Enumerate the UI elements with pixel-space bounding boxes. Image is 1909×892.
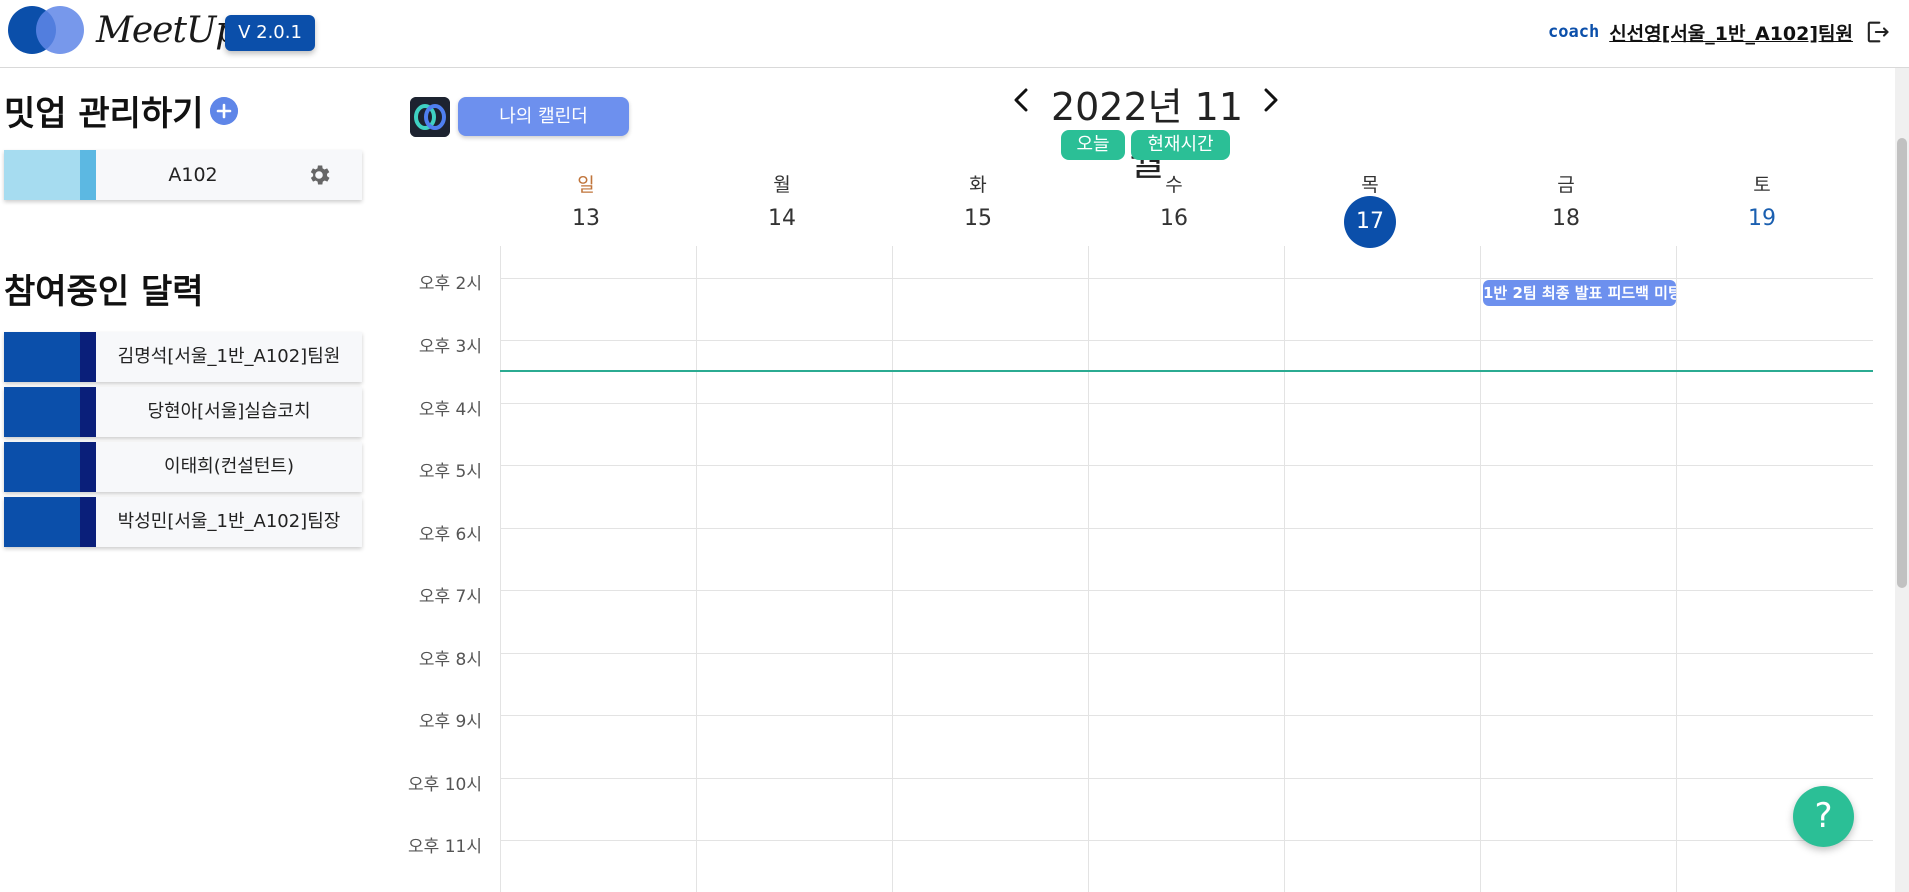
meetup-item-a102[interactable]: A102	[4, 150, 362, 200]
day-name-saturday: 토	[1753, 174, 1771, 196]
hour-gridline	[500, 278, 1873, 279]
meetup-manage-title: 밋업 관리하기	[4, 94, 204, 134]
hour-label: 오후 5시	[418, 462, 482, 482]
day-name-friday: 금	[1557, 174, 1575, 196]
logo-text[interactable]: MeetUp	[96, 10, 238, 51]
calendar-color-accent	[80, 442, 96, 492]
day-name-monday: 월	[773, 174, 791, 196]
add-meetup-icon[interactable]	[210, 97, 238, 125]
hour-label: 오후 9시	[418, 712, 482, 732]
hour-label: 오후 7시	[418, 587, 482, 607]
current-time-button[interactable]: 현재시간	[1131, 130, 1230, 160]
day-gridline	[696, 246, 697, 892]
day-date[interactable]: 16	[1076, 206, 1272, 231]
help-button[interactable]: ?	[1793, 786, 1854, 847]
meetup-item-label: A102	[168, 164, 218, 186]
calendar-item[interactable]: 이태희(컨설턴트)	[4, 442, 362, 492]
current-time-indicator	[500, 370, 1873, 372]
hour-gridline	[500, 590, 1873, 591]
my-calendar-button[interactable]: 나의 캘린더	[458, 97, 629, 136]
calendar-color-swatch	[4, 442, 80, 492]
hour-gridline	[500, 653, 1873, 654]
calendar-color-swatch	[4, 387, 80, 437]
hour-label: 오후 2시	[418, 274, 482, 294]
month-navigator: 2022년 11월	[1000, 74, 1300, 184]
hour-label: 오후 4시	[418, 400, 482, 420]
user-area: coach 신선영[서울_1반_A102]팀원	[1548, 16, 1891, 48]
logo-icon[interactable]	[8, 6, 84, 54]
today-button[interactable]: 오늘	[1061, 130, 1125, 160]
calendar-event[interactable]: 1반 2팀 최종 발표 피드백 미팅	[1483, 280, 1676, 306]
hour-label: 오후 3시	[418, 337, 482, 357]
hour-label: 오후 10시	[408, 775, 482, 795]
calendar-color-accent	[80, 497, 96, 547]
day-date[interactable]: 14	[684, 206, 880, 231]
calendar-item-label: 김명석[서울_1반_A102]팀원	[117, 346, 341, 367]
day-date-saturday[interactable]: 19	[1664, 206, 1860, 231]
day-name-thursday: 목	[1361, 174, 1379, 196]
day-name-sunday: 일	[577, 174, 595, 196]
day-name-tuesday: 화	[969, 174, 987, 196]
week-time-grid[interactable]	[500, 246, 1873, 892]
hour-gridline	[500, 465, 1873, 466]
hour-gridline	[500, 778, 1873, 779]
today-date-highlight[interactable]: 17	[1344, 196, 1396, 248]
meetup-color-accent	[80, 150, 96, 200]
calendar-item-label: 당현아[서울]실습코치	[147, 401, 311, 422]
app-header: MeetUp V 2.0.1 coach 신선영[서울_1반_A102]팀원	[0, 0, 1909, 68]
joined-calendars-title: 참여중인 달력	[4, 272, 204, 312]
calendar-item-label: 박성민[서울_1반_A102]팀장	[117, 511, 341, 532]
calendar-color-accent	[80, 387, 96, 437]
chevron-left-icon[interactable]	[1010, 82, 1032, 118]
day-gridline	[892, 246, 893, 892]
day-date[interactable]: 15	[880, 206, 1076, 231]
calendar-item[interactable]: 김명석[서울_1반_A102]팀원	[4, 332, 362, 382]
role-label: coach	[1548, 22, 1600, 42]
version-badge: V 2.0.1	[225, 15, 315, 51]
hour-gridline	[500, 340, 1873, 341]
day-date[interactable]: 18	[1468, 206, 1664, 231]
hour-gridline	[500, 403, 1873, 404]
chevron-right-icon[interactable]	[1260, 82, 1282, 118]
meetup-color-swatch	[4, 150, 80, 200]
user-name-link[interactable]: 신선영[서울_1반_A102]팀원	[1609, 19, 1853, 46]
logo-circle-light	[36, 6, 84, 54]
day-date[interactable]: 13	[488, 206, 684, 231]
day-gridline	[1284, 246, 1285, 892]
day-name-wednesday: 수	[1165, 174, 1183, 196]
day-gridline	[500, 246, 501, 892]
calendar-color-swatch	[4, 332, 80, 382]
calendar-item[interactable]: 당현아[서울]실습코치	[4, 387, 362, 437]
hour-label: 오후 6시	[418, 525, 482, 545]
calendar-color-swatch	[4, 497, 80, 547]
hour-gridline	[500, 715, 1873, 716]
calendar-item-label: 이태희(컨설턴트)	[164, 456, 294, 477]
hour-gridline	[500, 528, 1873, 529]
calendar-app-icon[interactable]	[410, 97, 450, 137]
day-gridline	[1676, 246, 1677, 892]
day-gridline	[1088, 246, 1089, 892]
logout-icon[interactable]	[1863, 18, 1891, 46]
calendar-item[interactable]: 박성민[서울_1반_A102]팀장	[4, 497, 362, 547]
scrollbar-thumb[interactable]	[1897, 138, 1907, 588]
hour-label: 오후 11시	[408, 837, 482, 857]
calendar-color-accent	[80, 332, 96, 382]
gear-icon[interactable]	[306, 162, 332, 188]
hour-label: 오후 8시	[418, 650, 482, 670]
page-scrollbar[interactable]	[1895, 68, 1909, 892]
hour-gridline	[500, 840, 1873, 841]
day-gridline	[1480, 246, 1481, 892]
